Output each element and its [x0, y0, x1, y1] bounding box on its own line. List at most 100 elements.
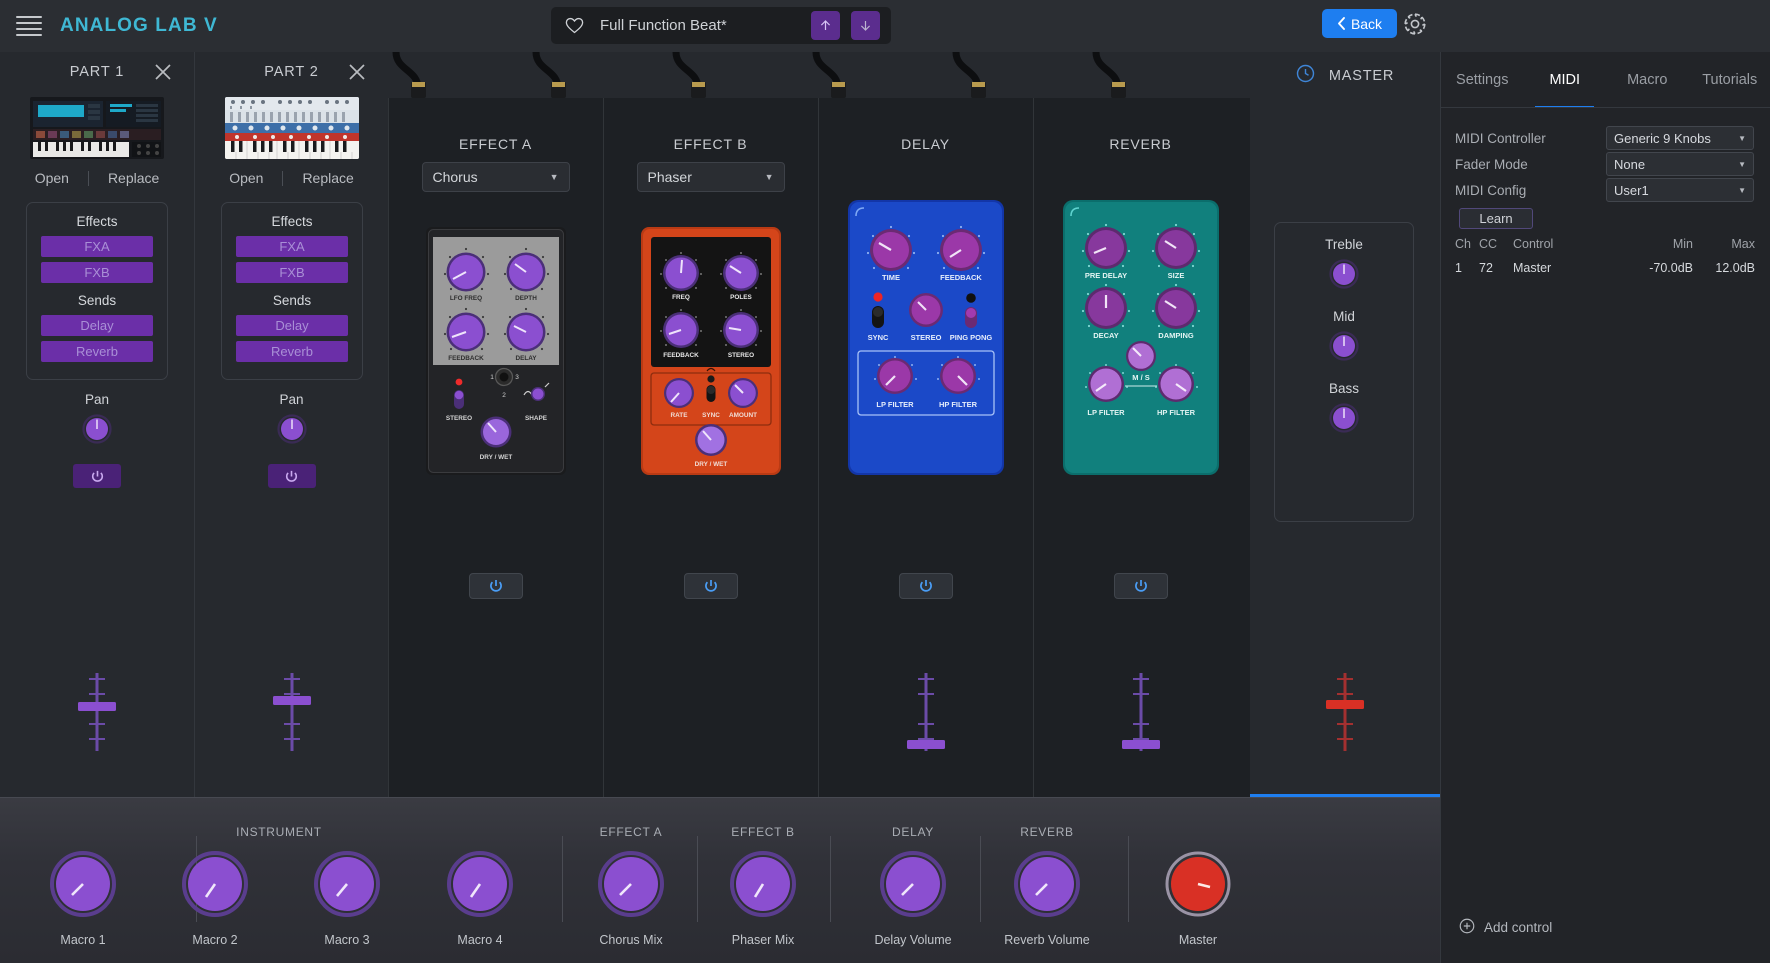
table-row[interactable]: 1 72 Master -70.0dB 12.0dB	[1455, 257, 1755, 279]
macro-knob-delay-volume[interactable]: Delay Volume	[867, 850, 959, 947]
preset-next-button[interactable]	[851, 11, 880, 40]
part-2-fxb-button[interactable]: FXB	[236, 262, 348, 283]
part-1-reverb-send-button[interactable]: Reverb	[41, 341, 153, 362]
divider	[1033, 98, 1034, 797]
macro-knob-chorus-mix[interactable]: Chorus Mix	[585, 850, 677, 947]
macro-knob-4[interactable]: Macro 4	[434, 850, 526, 947]
part-1-open-link[interactable]: Open	[16, 170, 88, 186]
back-button[interactable]: Back	[1322, 9, 1397, 38]
tab-midi[interactable]: MIDI	[1524, 52, 1607, 108]
eq-bass-knob[interactable]	[1275, 403, 1413, 433]
app-logo: ANALOG LAB V	[60, 15, 218, 36]
fx-slot-2-power-button[interactable]	[898, 573, 953, 599]
learn-button[interactable]: Learn	[1459, 208, 1533, 229]
fader-mode-select[interactable]: None ▼	[1606, 152, 1754, 176]
part-1-instrument-thumbnail[interactable]	[30, 97, 164, 159]
divider	[1441, 107, 1770, 108]
gear-icon[interactable]	[1402, 11, 1428, 37]
master-title: MASTER	[1328, 68, 1395, 84]
part-1-delay-send-button[interactable]: Delay	[41, 315, 153, 336]
part-1-pan-knob[interactable]	[82, 414, 112, 449]
reverb-pedal[interactable]: PRE DELAY SIZE DECAY DAMPING M / S LP FI…	[1062, 200, 1219, 480]
th-ch: Ch	[1455, 237, 1471, 251]
part-2-fxa-button[interactable]: FXA	[236, 236, 348, 257]
part-1-replace-link[interactable]: Replace	[89, 170, 178, 186]
hamburger-icon[interactable]	[16, 16, 42, 36]
fx-slot-effect-a: EFFECT A Chorus ▼ LFO FREQ DEPTH FEEDBAC…	[388, 52, 603, 797]
fx-slot-0-title: EFFECT A	[458, 136, 533, 152]
fx-slot-3-power-button[interactable]	[1113, 573, 1168, 599]
chevron-down-icon: ▼	[764, 172, 774, 182]
clock-icon[interactable]	[1296, 64, 1315, 88]
fx-slot-1-power-button[interactable]	[683, 573, 738, 599]
macro-knob-reverb-volume[interactable]: Reverb Volume	[1001, 850, 1093, 947]
macro-knob-4-label: Macro 4	[457, 933, 503, 947]
part-2-volume-fader[interactable]	[257, 667, 327, 757]
tab-tutorials[interactable]: Tutorials	[1689, 52, 1770, 108]
reverb-knob-label-hp-filter: HP FILTER	[1156, 408, 1195, 417]
delay-pedal[interactable]: TIME FEEDBACK SYNC STEREO PING PONG LP F…	[847, 200, 1004, 480]
part-2-replace-link[interactable]: Replace	[283, 170, 372, 186]
macro-knob-3[interactable]: Macro 3	[301, 850, 393, 947]
fx-slot-1-title: EFFECT B	[673, 136, 748, 152]
part-2-delay-send-button[interactable]: Delay	[236, 315, 348, 336]
part-2-pan-knob[interactable]	[276, 414, 307, 449]
chorus-knob-label-lfo-freq: LFO FREQ	[449, 295, 481, 302]
midi-config-select[interactable]: User1 ▼	[1606, 178, 1754, 202]
chevron-left-icon	[1337, 17, 1345, 30]
part-2-power-button[interactable]	[267, 464, 316, 488]
part-1-fxb-button[interactable]: FXB	[41, 262, 153, 283]
delay-volume-fader[interactable]	[891, 667, 961, 757]
chorus-knob-label-dry-wet: DRY / WET	[479, 454, 512, 461]
part-2: PART 2 Open Replace Effects FXA FXB Send…	[194, 52, 388, 797]
cell-max: 12.0dB	[1715, 261, 1755, 275]
delay-knob-label-feedback: FEEDBACK	[940, 273, 982, 282]
tab-settings-label: Settings	[1456, 72, 1509, 88]
close-icon[interactable]	[348, 63, 366, 81]
add-control-button[interactable]: Add control	[1459, 918, 1552, 937]
close-icon[interactable]	[154, 63, 172, 81]
midi-controller-select[interactable]: Generic 9 Knobs ▼	[1606, 126, 1754, 150]
macro-knob-phaser-mix[interactable]: Phaser Mix	[717, 850, 809, 947]
heart-icon[interactable]	[565, 16, 584, 35]
tab-settings[interactable]: Settings	[1441, 52, 1524, 108]
master-column: MASTER Treble Mid Bass	[1250, 52, 1440, 797]
macro-knob-2[interactable]: Macro 2	[169, 850, 261, 947]
part-2-open-link[interactable]: Open	[210, 170, 282, 186]
macro-knob-1[interactable]: Macro 1	[37, 850, 129, 947]
svg-text:1: 1	[490, 374, 494, 381]
settings-tabs: Settings MIDI Macro Tutorials	[1441, 52, 1770, 108]
phaser-pedal[interactable]: FREQ POLES FEEDBACK STEREO RATE SYNC AMO…	[640, 227, 781, 480]
midi-config-label: MIDI Config	[1455, 182, 1527, 198]
part-2-instrument-thumbnail[interactable]	[225, 97, 359, 159]
part-1-power-button[interactable]	[73, 464, 121, 488]
cell-control: Master	[1513, 261, 1552, 275]
delay-knob-label-stereo: STEREO	[910, 333, 941, 342]
macro-knob-master[interactable]: Master	[1152, 850, 1244, 947]
phaser-control-label-sync: SYNC	[702, 412, 720, 419]
fx-slot-1-select[interactable]: Phaser ▼	[636, 162, 785, 192]
part-1-sends-label: Sends	[77, 293, 117, 308]
part-1-effects-label: Effects	[76, 214, 118, 229]
eq-treble-knob[interactable]	[1275, 259, 1413, 289]
part-1-fxa-button[interactable]: FXA	[41, 236, 153, 257]
master-volume-fader[interactable]	[1310, 667, 1380, 757]
part-2-sends-label: Sends	[272, 293, 312, 308]
part-1-volume-fader[interactable]	[62, 667, 132, 757]
back-label: Back	[1350, 15, 1383, 32]
eq-mid-label: Mid	[1333, 309, 1355, 324]
master-header: MASTER	[1250, 64, 1440, 88]
phaser-knob-label-poles: POLES	[730, 294, 752, 301]
fx-slot-0-select[interactable]: Chorus ▼	[421, 162, 570, 192]
reverb-volume-fader[interactable]	[1106, 667, 1176, 757]
preset-prev-button[interactable]	[811, 11, 840, 40]
reverb-control-label-m-s: M / S	[1132, 373, 1150, 382]
divider	[830, 836, 831, 922]
preset-browser-bar[interactable]: Full Function Beat*	[551, 7, 891, 44]
part-2-reverb-send-button[interactable]: Reverb	[236, 341, 348, 362]
fx-slot-0-power-button[interactable]	[468, 573, 523, 599]
chorus-pedal[interactable]: LFO FREQ DEPTH FEEDBACK DELAY 1 3 2 STER…	[425, 227, 566, 480]
add-control-label: Add control	[1484, 920, 1553, 935]
tab-macro[interactable]: Macro	[1606, 52, 1689, 108]
eq-mid-knob[interactable]	[1275, 331, 1413, 361]
